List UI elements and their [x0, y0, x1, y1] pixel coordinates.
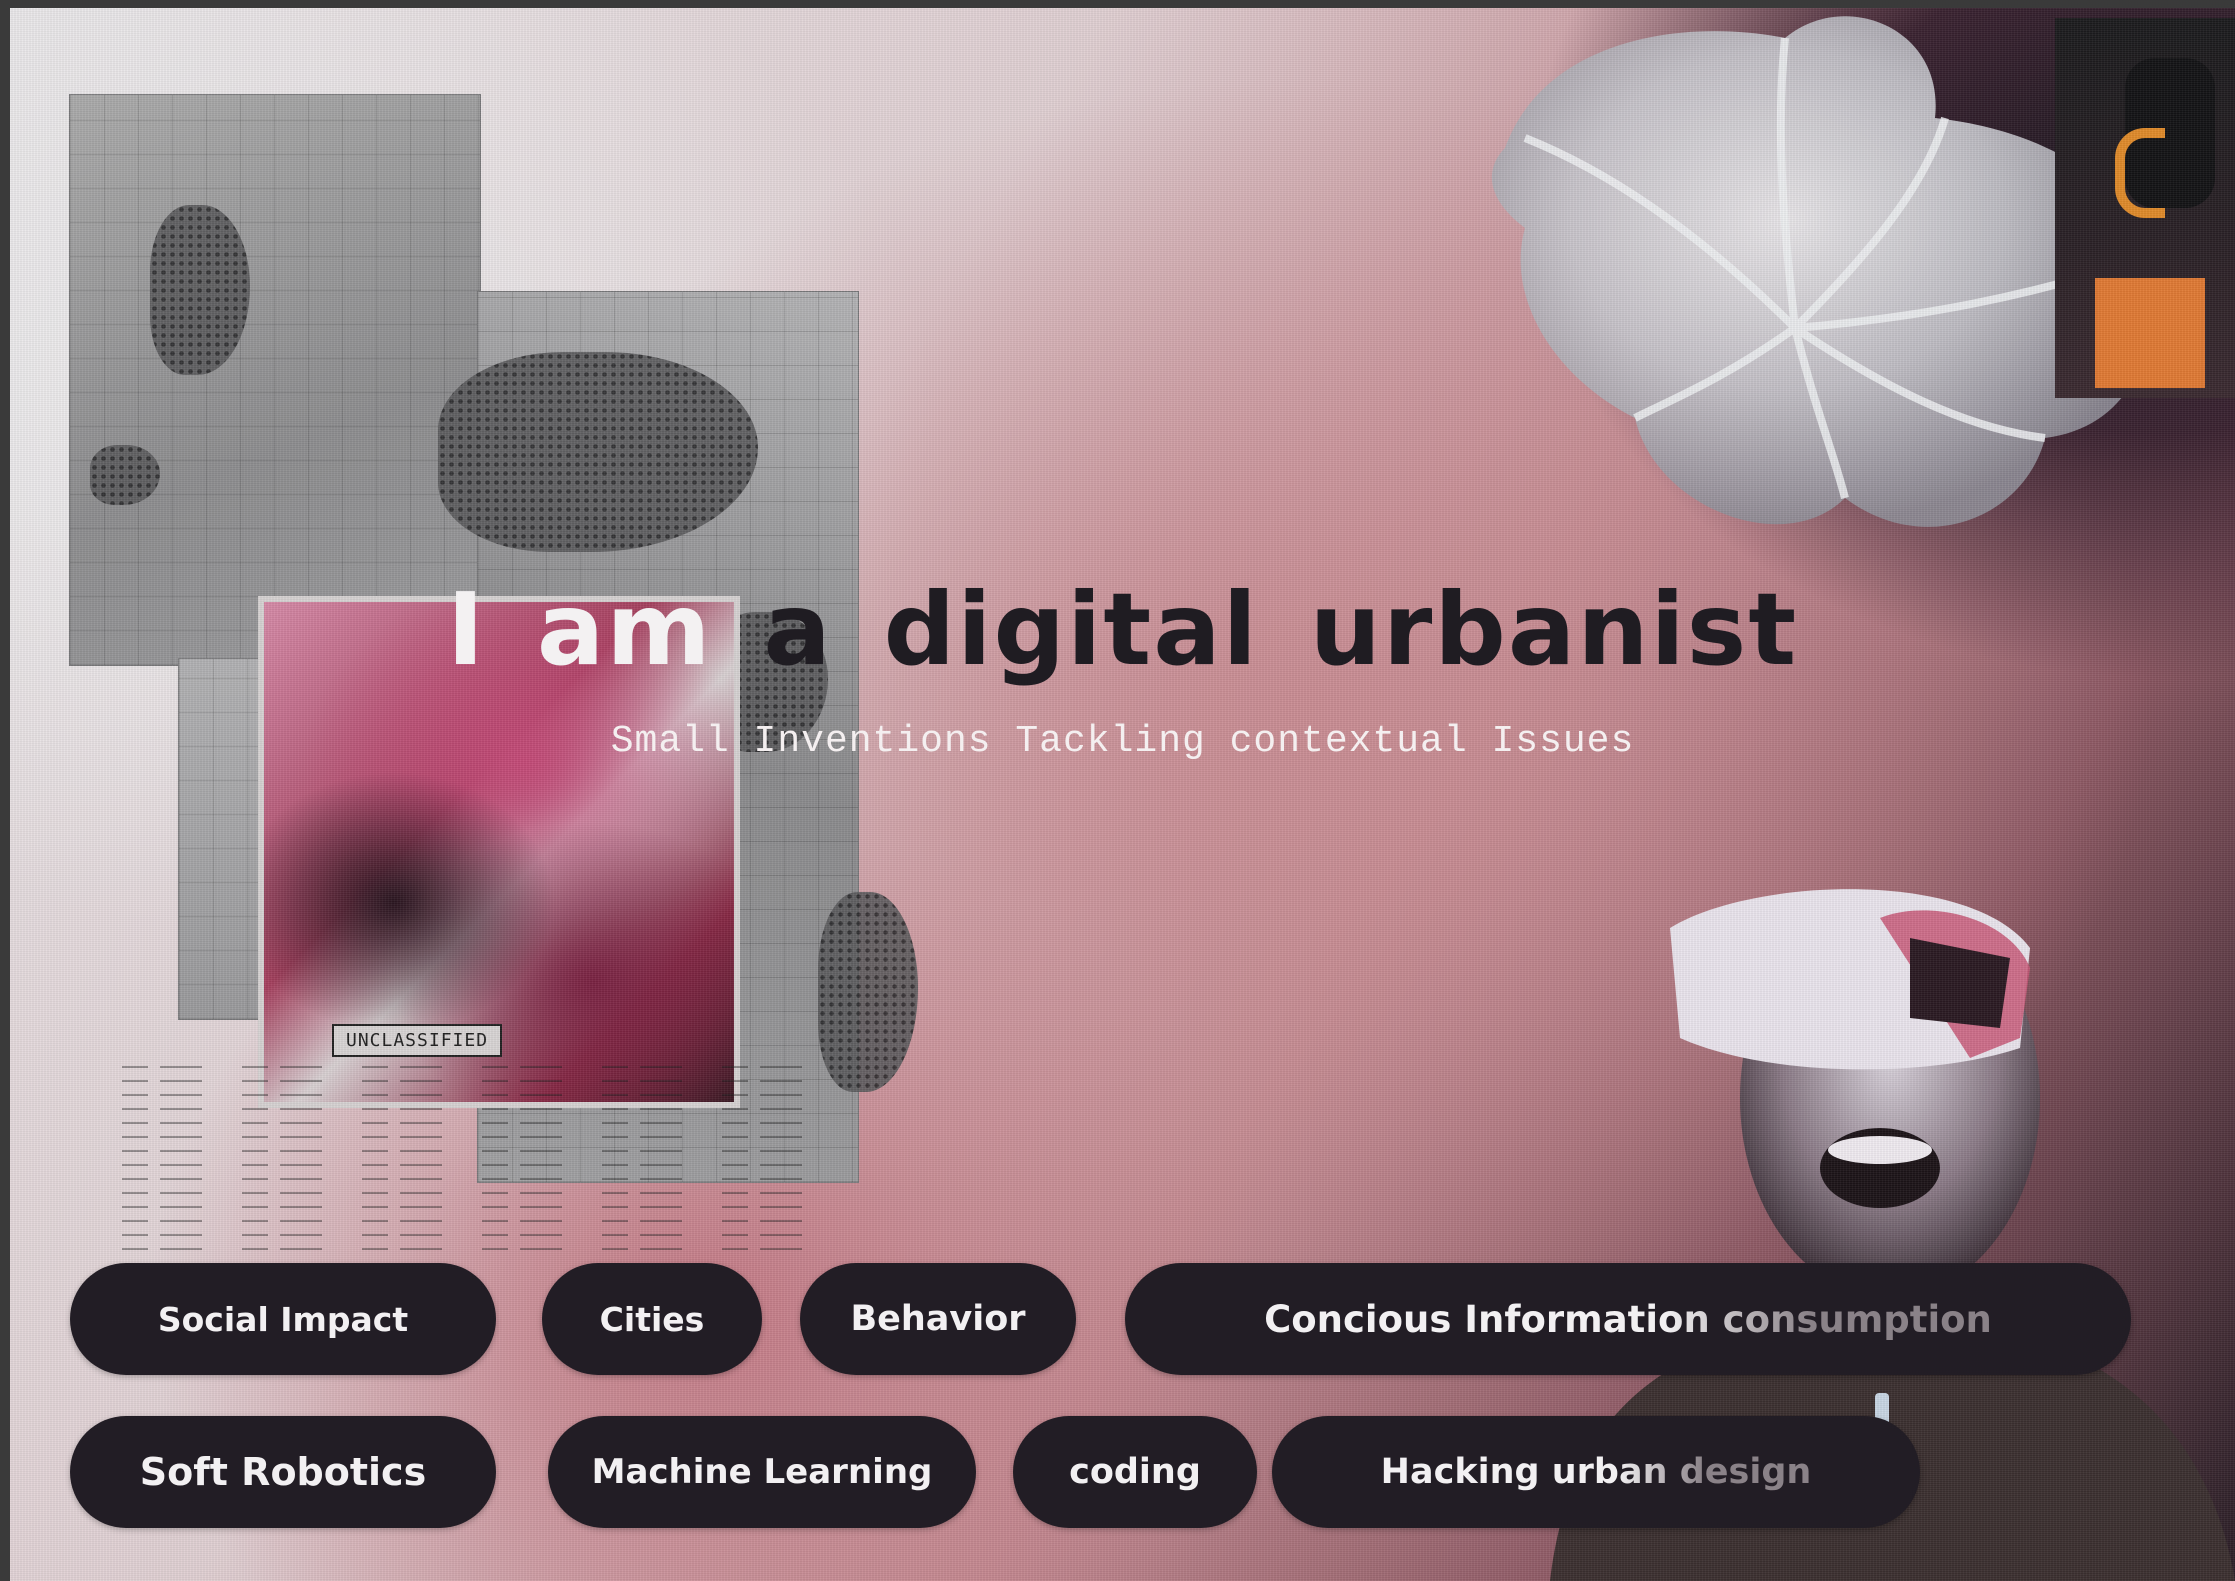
tag-hacking-urban-design[interactable]: Hacking urban design — [1272, 1416, 1920, 1528]
headline: I am a digital urbanist — [10, 580, 2235, 680]
headline-light-part: I am — [446, 571, 713, 688]
robotic-gripper-photo — [2055, 18, 2235, 398]
tag-label: Behavior — [850, 1299, 1026, 1339]
tag-social-impact[interactable]: Social Impact — [70, 1263, 496, 1375]
tag-behavior[interactable]: Behavior — [800, 1263, 1076, 1375]
tag-label: Social Impact — [157, 1299, 409, 1339]
tag-machine-learning[interactable]: Machine Learning — [548, 1416, 976, 1528]
tag-cities[interactable]: Cities — [542, 1263, 762, 1375]
subtitle: Small Inventions Tackling contextual Iss… — [610, 720, 1635, 763]
collage-canvas: UNCLASSIFIED I am a digital urbanist Sma… — [10, 8, 2235, 1581]
tag-coding[interactable]: coding — [1013, 1416, 1257, 1528]
headline-dark-part: a digital urbanist — [763, 571, 1799, 688]
tag-concious-information-consumption[interactable]: Concious Information consumption — [1125, 1263, 2131, 1375]
tag-label: Cities — [599, 1299, 705, 1339]
tag-label: coding — [1069, 1452, 1201, 1492]
tag-label: Soft Robotics — [139, 1450, 427, 1494]
tag-label: Hacking urban design — [1380, 1452, 1812, 1492]
typewritten-document — [122, 1058, 822, 1258]
tag-soft-robotics[interactable]: Soft Robotics — [70, 1416, 496, 1528]
tag-label: Concious Information consumption — [1264, 1297, 1992, 1341]
unclassified-stamp: UNCLASSIFIED — [332, 1024, 503, 1057]
tag-label: Machine Learning — [591, 1452, 933, 1492]
